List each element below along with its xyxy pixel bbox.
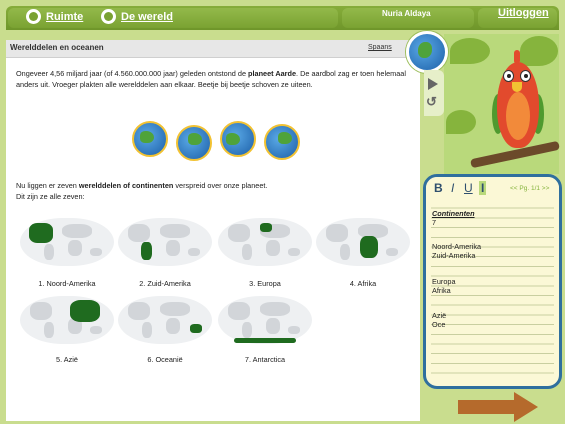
- highlighted-continent: [234, 338, 296, 343]
- nav-ruimte[interactable]: Ruimte: [26, 9, 83, 24]
- map-label: 2. Zuid-Amerika: [139, 279, 191, 288]
- lesson-title: Werelddelen en oceanen: [10, 43, 104, 52]
- notebook-count: 7: [432, 218, 437, 227]
- continents-text-1: Nu liggen er zeven: [16, 181, 79, 190]
- globe-image: [132, 121, 168, 157]
- globe-icon: [26, 9, 41, 24]
- underline-button[interactable]: U: [464, 181, 473, 195]
- notebook-heading: Continenten: [432, 209, 475, 218]
- parrot-beak: [512, 82, 522, 92]
- earth-globes-illustration: [124, 118, 300, 161]
- nav-de-wereld-label[interactable]: De wereld: [121, 11, 173, 23]
- map-zuid-amerika: [118, 218, 212, 270]
- notebook-line: Zuid-Amerika: [432, 251, 476, 260]
- notebook-line: Oce: [432, 320, 446, 329]
- notebook-toolbar: B I U I << Pg. 1/1 >>: [426, 177, 559, 197]
- globe-image: [220, 121, 256, 157]
- username: Nuria Aldaya: [382, 9, 431, 18]
- nav-ruimte-label[interactable]: Ruimte: [46, 11, 83, 23]
- map-label: 1. Noord-Amerika: [38, 279, 96, 288]
- map-noord-amerika: [20, 218, 114, 270]
- parrot-eye: [520, 70, 531, 82]
- leaf-decoration: [446, 110, 476, 134]
- next-arrow-button[interactable]: [458, 400, 518, 414]
- logout-link[interactable]: Uitloggen: [498, 7, 549, 19]
- highlighted-continent: [190, 324, 202, 333]
- intro-paragraph: Ongeveer 4,56 miljard jaar (of 4.560.000…: [16, 68, 406, 90]
- globe-icon: [101, 9, 116, 24]
- highlighted-continent: [141, 242, 152, 260]
- italic-button[interactable]: I: [451, 181, 454, 195]
- map-label: 5. Azië: [56, 355, 78, 364]
- top-bar: [6, 6, 559, 30]
- map-azie: [20, 296, 114, 348]
- intro-bold: planeet Aarde: [248, 69, 297, 78]
- notebook-line: Afrika: [432, 286, 451, 295]
- map-label: 7. Antarctica: [244, 355, 286, 364]
- globe-image: [264, 124, 300, 160]
- leaf-decoration: [520, 36, 558, 66]
- highlight-button[interactable]: I: [479, 181, 487, 195]
- continents-bold: werelddelen of continenten: [78, 181, 174, 190]
- intro-text-1: Ongeveer 4,56 miljard jaar (of 4.560.000…: [16, 69, 249, 78]
- parrot-eye: [503, 70, 514, 82]
- continents-text-2: verspreid over onze planeet.: [173, 181, 268, 190]
- map-antarctica: [218, 296, 312, 348]
- map-label: 4. Afrika: [349, 279, 377, 288]
- globe-image: [176, 125, 212, 161]
- bold-button[interactable]: B: [434, 181, 443, 195]
- leaf-decoration: [450, 38, 490, 64]
- highlighted-continent: [360, 236, 378, 258]
- next-arrow-icon[interactable]: [514, 392, 538, 422]
- globe-icon[interactable]: [406, 31, 448, 73]
- language-link[interactable]: Spaans: [368, 44, 392, 51]
- highlighted-continent: [29, 223, 53, 243]
- nav-de-wereld[interactable]: De wereld: [101, 9, 173, 24]
- map-oceanie: [118, 296, 212, 348]
- page-indicator[interactable]: << Pg. 1/1 >>: [510, 185, 549, 192]
- reload-icon[interactable]: ↺: [426, 94, 437, 110]
- continents-paragraph: Nu liggen er zeven werelddelen of contin…: [16, 180, 406, 202]
- play-icon[interactable]: [428, 78, 438, 90]
- map-europa: [218, 218, 312, 270]
- highlighted-continent: [260, 223, 272, 232]
- map-label: 6. Oceanië: [147, 355, 183, 364]
- map-afrika: [316, 218, 410, 270]
- continents-text-3: Dit zijn ze alle zeven:: [16, 192, 85, 201]
- parrot-belly: [506, 92, 530, 140]
- notebook-panel: B I U I << Pg. 1/1 >> Continenten 7 Noor…: [423, 174, 562, 389]
- lesson-titlebar: Werelddelen en oceanen Spaans: [6, 40, 420, 58]
- map-label: 3. Europa: [249, 279, 281, 288]
- highlighted-continent: [70, 300, 100, 322]
